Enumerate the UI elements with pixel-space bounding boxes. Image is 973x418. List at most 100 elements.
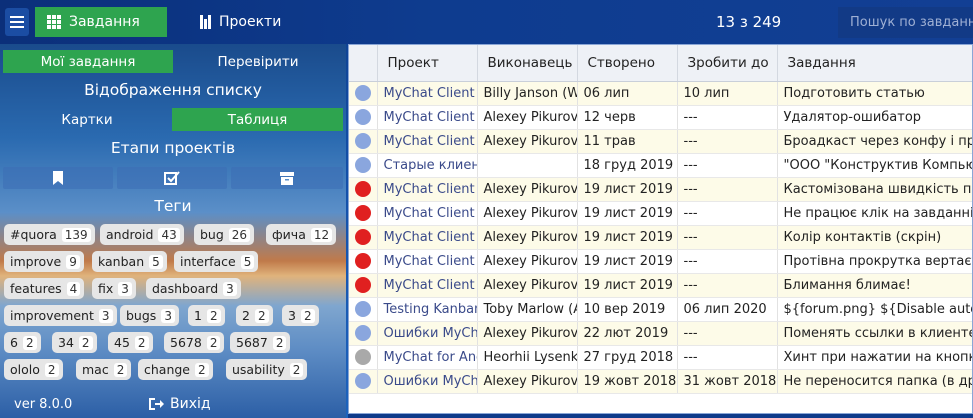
stage-bookmark-button[interactable] xyxy=(3,167,113,189)
table-row[interactable]: Ошибки MyCha Alexey Pikurov 19 жовт 2018 31… xyxy=(349,369,972,394)
task-cell[interactable]: Удалятор-ошибатор xyxy=(777,105,972,130)
project-cell[interactable]: MyChat Client 8 xyxy=(377,225,478,250)
column-header-created[interactable]: Створено xyxy=(577,45,678,82)
table-row[interactable]: MyChat Client 8Billy Janson (WE06 лип10 … xyxy=(349,81,972,106)
task-cell[interactable]: Не переносится папка (в другую xyxy=(777,369,972,394)
project-cell[interactable]: MyChat for Andr xyxy=(377,345,478,370)
task-cell[interactable]: Блимання блимає! xyxy=(777,273,972,298)
tag-item[interactable]: features 4 xyxy=(4,278,85,299)
tab-projects[interactable]: Проекти xyxy=(188,7,298,37)
stages-title: Етапи проектів xyxy=(110,139,236,157)
task-cell[interactable]: Протівна прокрутка вертається xyxy=(777,249,972,274)
task-cell[interactable]: Подготовить статью xyxy=(777,81,972,106)
tag-item[interactable]: usability 2 xyxy=(226,359,308,380)
project-cell[interactable]: Testing Kanban xyxy=(377,297,478,322)
stage-archive-button[interactable] xyxy=(231,167,343,189)
logout-button[interactable]: Вихід xyxy=(148,396,211,412)
project-cell[interactable]: Старые клиент xyxy=(377,153,478,178)
table-row[interactable]: MyChat Client 8 Alexey Pikurov 19 лист 201… xyxy=(349,201,972,226)
tag-item[interactable]: bug 26 xyxy=(194,224,255,245)
project-cell[interactable]: MyChat Client 8 xyxy=(377,201,478,226)
project-cell[interactable]: MyChat Client 8 xyxy=(377,177,478,202)
tag-item[interactable]: фича 12 xyxy=(266,224,337,245)
task-cell[interactable]: ${forum.png} ${Disable auto upd xyxy=(777,297,972,322)
tag-item[interactable]: 22 xyxy=(236,305,273,326)
check-button[interactable]: Перевірити xyxy=(173,50,343,73)
created-cell: 18 груд 2019 xyxy=(577,153,678,178)
tag-item[interactable]: mac 2 xyxy=(76,359,132,380)
status-dot-icon xyxy=(354,85,371,101)
project-cell[interactable]: Ошибки MyCha xyxy=(377,369,478,394)
cards-view-button[interactable]: Картки xyxy=(3,108,171,131)
search-input[interactable] xyxy=(838,7,973,38)
column-header-task[interactable]: Завдання xyxy=(777,45,972,82)
tag-item[interactable]: 32 xyxy=(282,305,319,326)
tag-item[interactable]: 12 xyxy=(188,305,225,326)
due-cell: --- xyxy=(677,129,778,154)
logout-icon xyxy=(149,398,164,410)
table-row[interactable]: MyChat for AndrHeorhii Lysenko27 груд 20… xyxy=(349,345,972,370)
project-cell[interactable]: MyChat Client 8 xyxy=(377,249,478,274)
task-cell[interactable]: Броадкаст через конфу і привіт xyxy=(777,129,972,154)
task-cell[interactable]: Колір контактів (скрін) xyxy=(777,225,972,250)
table-row[interactable]: Ошибки MyCha Alexey Pikurov 22 лют 2019 ---… xyxy=(349,321,972,346)
table-row[interactable]: MyChat Client 8 Alexey Pikurov 19 лист 201… xyxy=(349,225,972,250)
project-cell[interactable]: MyChat Client 8 xyxy=(377,81,478,106)
status-dot-icon xyxy=(354,277,371,293)
assignee-cell: Alexey Pikurov xyxy=(477,105,578,130)
tag-item[interactable]: improve 9 xyxy=(4,251,84,272)
tab-tasks[interactable]: Завдання xyxy=(35,7,167,37)
tag-item[interactable]: kanban 5 xyxy=(92,251,167,272)
tag-item[interactable]: 45 2 xyxy=(108,332,153,353)
table-row[interactable]: MyChat Client 8 Alexey Pikurov 19 лист 201… xyxy=(349,249,972,274)
table-row[interactable]: Testing KanbanToby Marlow (Ar10 вер 2019… xyxy=(349,297,972,322)
project-cell[interactable]: MyChat Client 8 xyxy=(377,129,478,154)
tag-item[interactable]: interface 5 xyxy=(174,251,259,272)
stage-check-button[interactable] xyxy=(117,167,227,189)
created-cell: 19 лист 2019 xyxy=(577,273,678,298)
tag-item[interactable]: android 43 xyxy=(100,224,184,245)
status-dot-icon xyxy=(354,109,371,125)
project-cell[interactable]: MyChat Client 8 xyxy=(377,273,478,298)
task-cell[interactable]: Кастомізована швидкість прокрутки xyxy=(777,177,972,202)
tag-item[interactable]: fix 3 xyxy=(92,278,136,299)
my-tasks-button[interactable]: Мої завдання xyxy=(3,50,173,73)
task-cell[interactable]: Хинт при нажатии на кнопку пере xyxy=(777,345,972,370)
table-row[interactable]: Старые клиент 18 груд 2019---"ООО "Констр… xyxy=(349,153,972,178)
tag-item[interactable]: 5678 2 xyxy=(164,332,225,353)
sidebar: Мої завдання Перевірити Відображення спи… xyxy=(0,44,346,418)
task-cell[interactable]: Поменять ссылки в клиенте, раз xyxy=(777,321,972,346)
assignee-cell: Alexey Pikurov xyxy=(477,201,578,226)
tag-item[interactable]: improvement 3 xyxy=(4,305,117,326)
column-header-due[interactable]: Зробити до xyxy=(677,45,778,82)
tag-item[interactable]: 62 xyxy=(4,332,41,353)
table-view-button[interactable]: Таблиця xyxy=(172,108,343,131)
tag-item[interactable]: dashboard 3 xyxy=(146,278,241,299)
column-header-assignee[interactable]: Виконавець xyxy=(477,45,578,82)
archive-icon xyxy=(280,172,294,185)
task-cell[interactable]: "ООО "Конструктив Компьютерс" xyxy=(777,153,972,178)
tag-item[interactable]: 34 2 xyxy=(52,332,97,353)
hamburger-menu-icon[interactable] xyxy=(5,8,29,36)
tag-item[interactable]: 5687 2 xyxy=(230,332,291,353)
column-header-status[interactable] xyxy=(349,45,378,82)
status-dot-icon xyxy=(354,133,371,149)
assignee-cell: Billy Janson (WE xyxy=(477,81,578,106)
table-row[interactable]: MyChat Client 8 Alexey Pikurov 11 трав --- Б… xyxy=(349,129,972,154)
table-row[interactable]: MyChat Client 8 Alexey Pikurov 19 лист 201… xyxy=(349,273,972,298)
tag-item[interactable]: ololo 2 xyxy=(4,359,63,380)
task-cell[interactable]: Не працює клік на завданні Канбан xyxy=(777,201,972,226)
tag-item[interactable]: bugs 3 xyxy=(120,305,179,326)
status-dot-icon xyxy=(354,373,371,389)
table-row[interactable]: MyChat Client 8 Alexey Pikurov 19 лист 201… xyxy=(349,177,972,202)
column-header-project[interactable]: Проект xyxy=(377,45,478,82)
status-dot-icon xyxy=(354,205,371,221)
project-cell[interactable]: MyChat Client 8 xyxy=(377,105,478,130)
status-dot-icon xyxy=(354,301,371,317)
project-cell[interactable]: Ошибки MyCha xyxy=(377,321,478,346)
table-row[interactable]: MyChat Client 8 Alexey Pikurov 12 черв --- У… xyxy=(349,105,972,130)
due-cell: 06 лип 2020 xyxy=(677,297,778,322)
tag-item[interactable]: change 2 xyxy=(138,359,213,380)
status-cell xyxy=(349,177,378,202)
tag-item[interactable]: #quora 139 xyxy=(4,224,95,245)
